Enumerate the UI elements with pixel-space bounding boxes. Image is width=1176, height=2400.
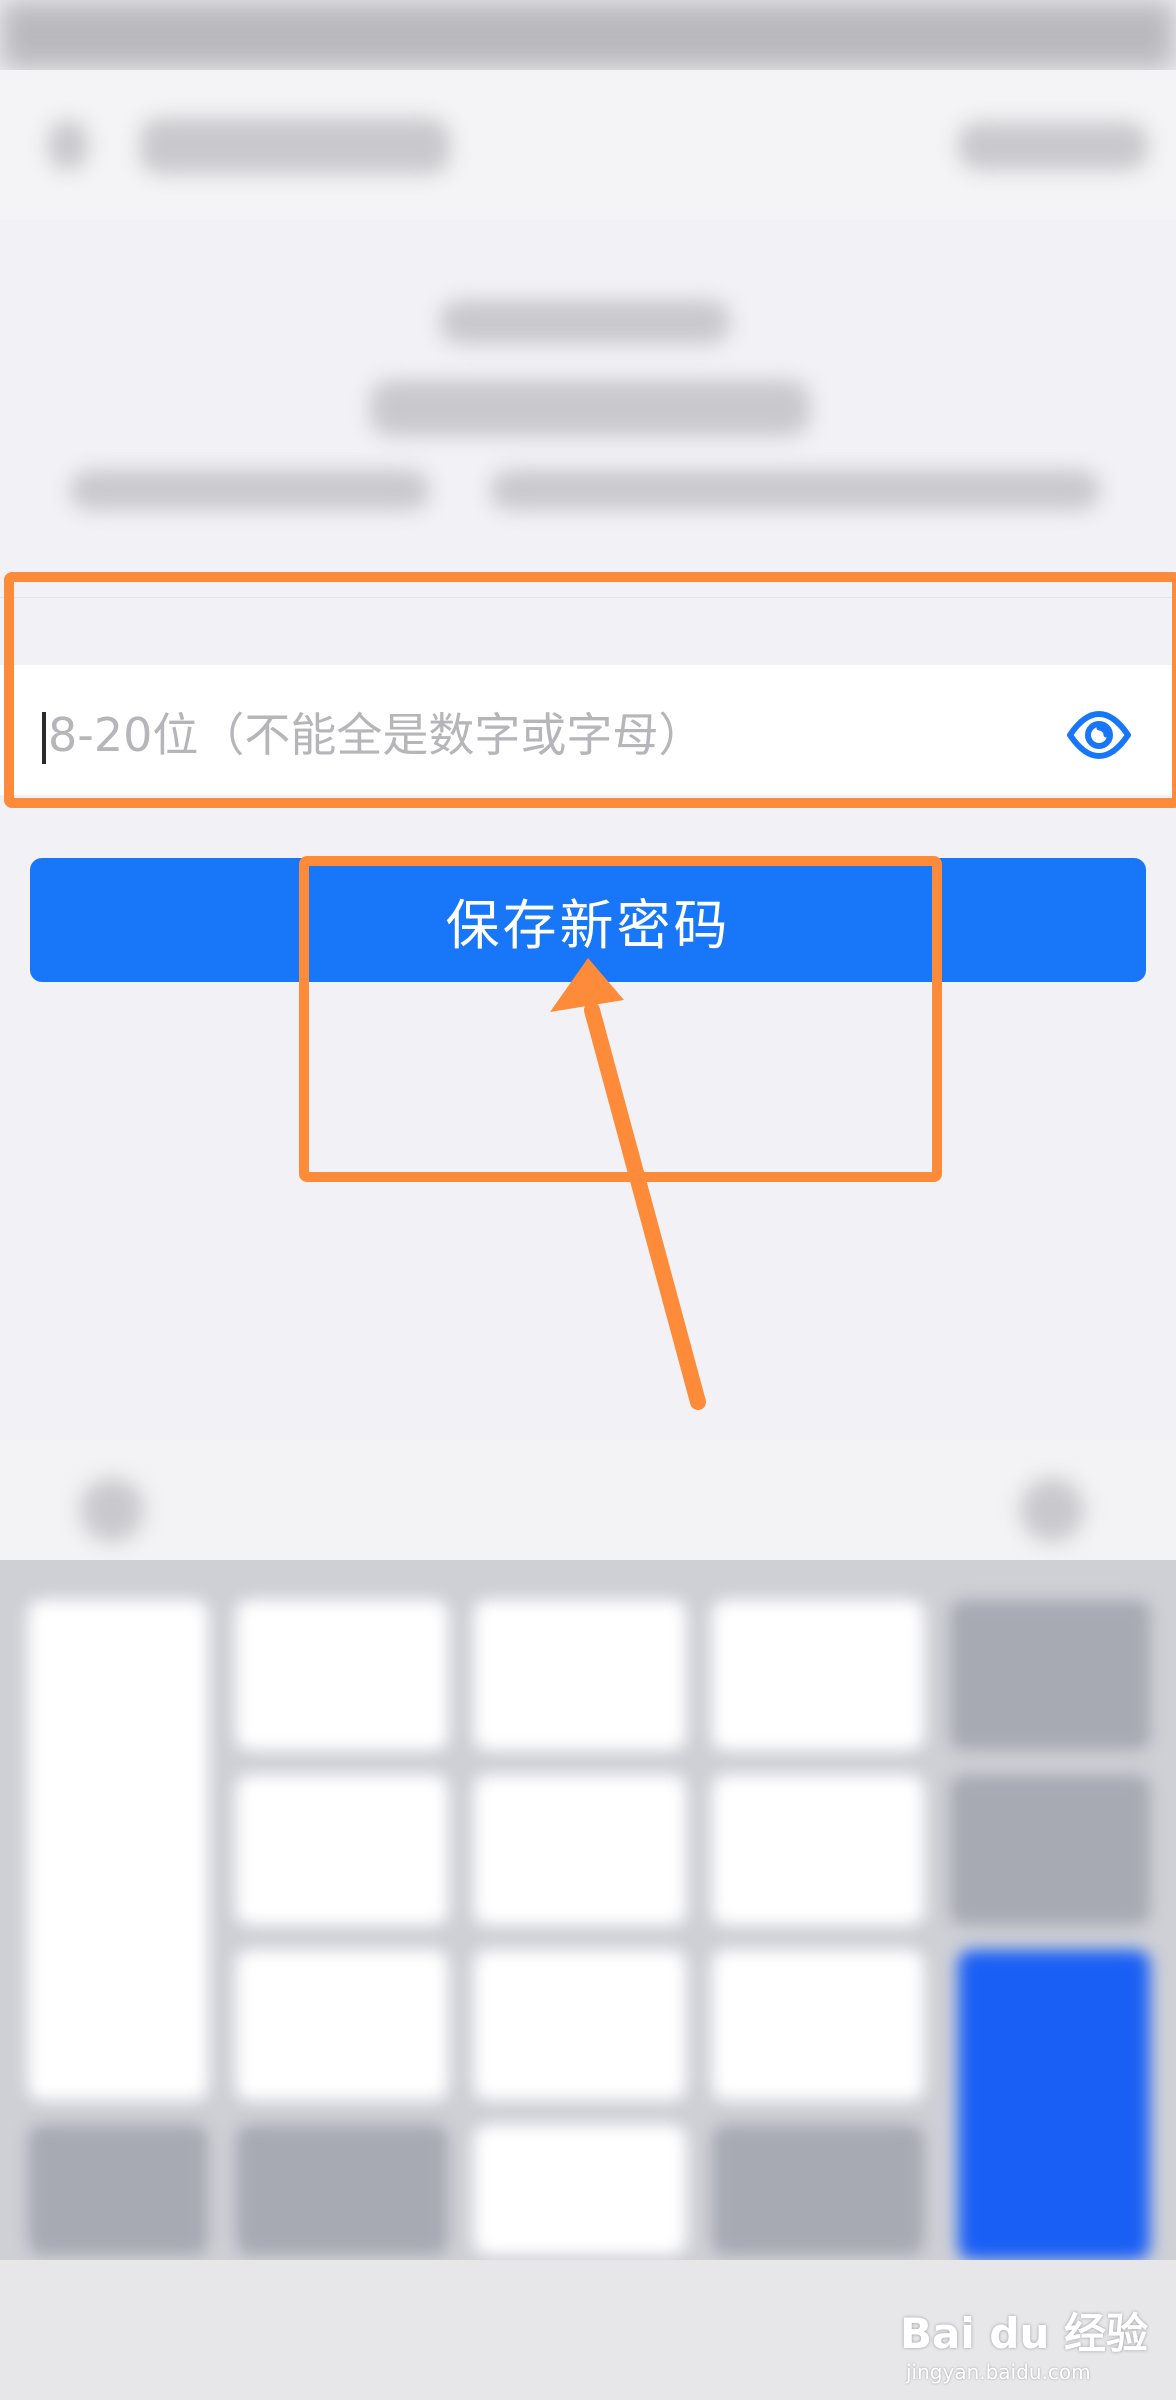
keyboard-toolbar-right-icon[interactable] [1020, 1478, 1084, 1542]
nav-title [140, 118, 450, 174]
nav-action[interactable] [958, 122, 1148, 170]
keyboard-key[interactable] [950, 1600, 1150, 1750]
blurred-hint-left [70, 470, 430, 510]
keyboard [0, 1560, 1176, 2260]
blurred-hint-right [490, 470, 1100, 510]
back-icon[interactable] [48, 120, 88, 170]
keyboard-key[interactable] [236, 1600, 448, 1750]
status-bar [0, 0, 1176, 70]
keyboard-key[interactable] [712, 1775, 924, 1925]
blurred-heading [440, 300, 730, 344]
keyboard-key[interactable] [28, 1600, 208, 2100]
keyboard-key[interactable] [236, 1950, 448, 2100]
keyboard-key[interactable] [236, 2125, 448, 2255]
keyboard-key[interactable] [236, 1775, 448, 1925]
keyboard-key[interactable] [28, 2125, 208, 2255]
annotation-highlight-button [299, 856, 942, 1182]
keyboard-key[interactable] [712, 2125, 924, 2255]
keyboard-key[interactable] [474, 1775, 686, 1925]
keyboard-key[interactable] [474, 1600, 686, 1750]
keyboard-enter-key[interactable] [958, 1950, 1150, 2260]
watermark-url: jingyan.baidu.com [906, 2360, 1091, 2384]
watermark-brand: Bai du 经验 [900, 2309, 1148, 2358]
blurred-account [370, 380, 810, 436]
keyboard-space-key[interactable] [474, 2125, 686, 2255]
keyboard-key[interactable] [950, 1775, 1150, 1925]
annotation-highlight-input [4, 572, 1176, 808]
keyboard-key[interactable] [712, 1950, 924, 2100]
keyboard-toolbar-left-icon[interactable] [80, 1478, 144, 1542]
keyboard-key[interactable] [474, 1950, 686, 2100]
keyboard-toolbar [0, 1440, 1176, 1560]
keyboard-key[interactable] [712, 1600, 924, 1750]
